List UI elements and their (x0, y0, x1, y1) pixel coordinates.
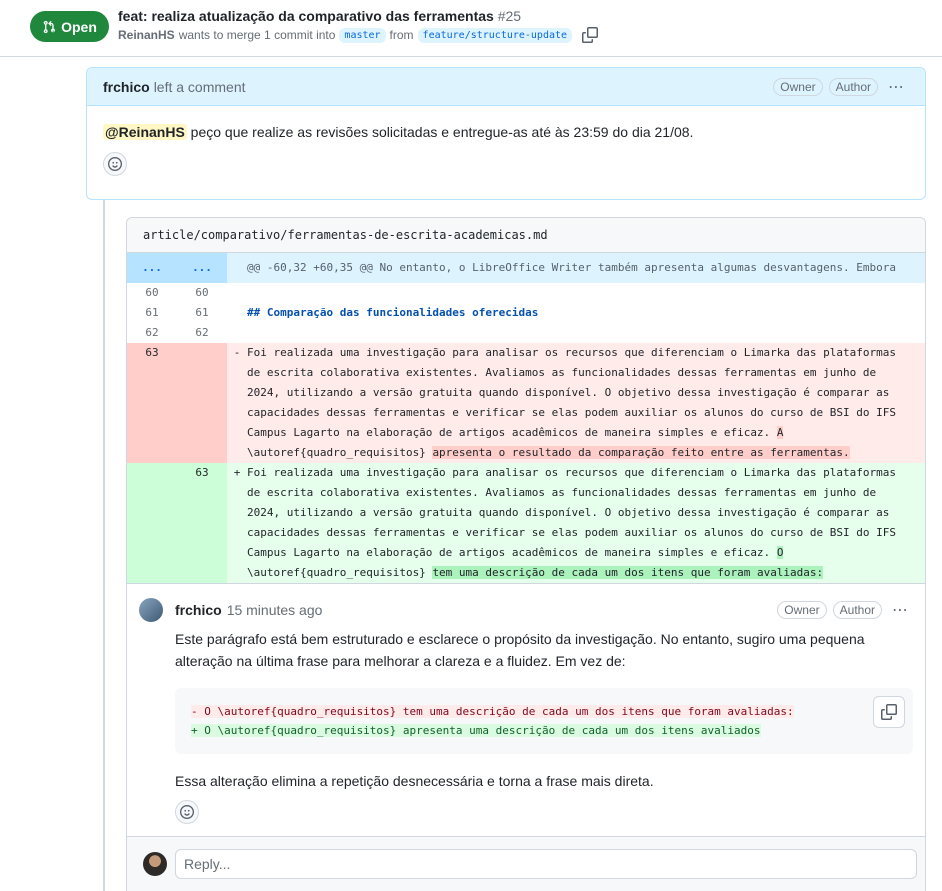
comment-body: @ReinanHS peço que realize as revisões s… (87, 106, 925, 142)
new-line-number[interactable]: 62 (177, 323, 227, 343)
file-path[interactable]: article/comparativo/ferramentas-de-escri… (127, 218, 925, 253)
diff-table: ... ... @@ -60,32 +60,35 @@ No entanto, … (127, 253, 925, 583)
review-timestamp[interactable]: 15 minutes ago (227, 602, 323, 618)
kebab-horizontal-icon[interactable]: ⋯ (888, 600, 913, 620)
diff-context-row: 60 60 (127, 283, 925, 303)
author-badge: Author (832, 601, 882, 619)
deleted-code-mid: \autoref{quadro_requisitos} (247, 446, 426, 459)
reply-bar (127, 836, 925, 891)
review-comment-header: frchico 15 minutes ago Owner Author ⋯ (139, 598, 913, 622)
new-line-number[interactable]: 61 (177, 303, 227, 323)
kebab-horizontal-icon[interactable]: ⋯ (884, 77, 909, 97)
hunk-row: ... ... @@ -60,32 +60,35 @@ No entanto, … (127, 253, 925, 283)
added-highlight: tem uma descrição de cada um dos itens q… (432, 566, 824, 579)
addition-sign: + (227, 463, 247, 583)
pr-meta: ReinanHS wants to merge 1 commit into ma… (118, 27, 599, 43)
pr-title: feat: realiza atualização da comparativo… (118, 8, 521, 24)
review-author[interactable]: frchico (175, 602, 222, 618)
avatar[interactable] (139, 598, 163, 622)
author-badge: Author (828, 77, 878, 96)
pr-state-label: Open (61, 18, 97, 35)
copy-icon (881, 704, 897, 720)
added-code-mid: \autoref{quadro_requisitos} (247, 566, 426, 579)
review-text-2: Essa alteração elimina a repetição desne… (175, 773, 654, 789)
reply-input[interactable] (175, 849, 917, 879)
copy-icon[interactable] (582, 27, 599, 43)
review-tools: Owner Author ⋯ (777, 600, 913, 620)
diff-context-row: 61 61 ## Comparação das funcionalidades … (127, 303, 925, 323)
diff-deleted-row: 63 - Foi realizada uma investigação para… (127, 343, 925, 463)
avatar (143, 852, 167, 876)
pr-author-link[interactable]: ReinanHS (118, 28, 175, 42)
deletion-sign: - (227, 343, 247, 463)
diff-code: ## Comparação das funcionalidades oferec… (247, 306, 539, 319)
pr-state-badge: Open (30, 11, 109, 42)
diff-added-row: 63 + Foi realizada uma investigação para… (127, 463, 925, 583)
pr-header: Open feat: realiza atualização da compar… (0, 0, 942, 57)
review-comment: frchico 15 minutes ago Owner Author ⋯ Es… (127, 583, 925, 840)
old-line-number[interactable]: 62 (127, 323, 177, 343)
deleted-highlight: A (776, 426, 784, 439)
old-line-number[interactable]: 61 (127, 303, 177, 323)
old-line-number[interactable]: 60 (127, 283, 177, 303)
review-text: Este parágrafo está bem estruturado e es… (175, 631, 865, 669)
expand-up-button[interactable]: ... (127, 253, 177, 283)
review-thread: article/comparativo/ferramentas-de-escri… (126, 217, 926, 891)
suggestion-line-added: + O \autoref{quadro_requisitos} apresent… (191, 721, 897, 740)
new-line-number[interactable]: 60 (177, 283, 227, 303)
added-code: Foi realizada uma investigação para anal… (247, 463, 925, 583)
added-code-text: Foi realizada uma investigação para anal… (247, 466, 903, 559)
add-reaction-button[interactable] (175, 800, 199, 824)
hunk-header: @@ -60,32 +60,35 @@ No entanto, o LibreO… (247, 253, 925, 283)
new-line-number[interactable]: 63 (177, 463, 227, 583)
add-reaction-button[interactable] (103, 152, 127, 176)
diff-code (247, 283, 925, 303)
timeline-line (103, 200, 105, 891)
comment-header: frchico left a comment Owner Author ⋯ (87, 68, 925, 106)
added-highlight: O (776, 546, 784, 559)
comment-author[interactable]: frchico (103, 79, 150, 95)
deleted-code: Foi realizada uma investigação para anal… (247, 343, 925, 463)
issue-comment: frchico left a comment Owner Author ⋯ @R… (86, 67, 926, 200)
copy-button[interactable] (873, 696, 905, 728)
pr-number: #25 (497, 8, 522, 24)
pr-from-text: from (389, 28, 414, 42)
owner-badge: Owner (777, 601, 827, 619)
git-pull-request-icon (43, 20, 56, 33)
base-branch[interactable]: master (339, 27, 386, 43)
diff-code (247, 323, 925, 343)
code-suggestion: - O \autoref{quadro_requisitos} tem uma … (175, 688, 913, 754)
expand-down-button[interactable]: ... (177, 253, 227, 283)
suggestion-minus-text: - O \autoref{quadro_requisitos} tem uma … (191, 705, 794, 718)
diff-context-row: 62 62 (127, 323, 925, 343)
smiley-icon (180, 805, 194, 819)
owner-badge: Owner (773, 77, 823, 96)
old-line-number[interactable]: 63 (127, 343, 177, 463)
pr-title-text: feat: realiza atualização da comparativo… (118, 8, 494, 24)
head-branch[interactable]: feature/structure-update (417, 27, 573, 43)
user-mention[interactable]: @ReinanHS (103, 124, 187, 140)
deleted-highlight: apresenta o resultado da comparação feit… (432, 446, 850, 459)
pr-merge-text: wants to merge 1 commit into (178, 28, 336, 42)
suggestion-plus-text: + O \autoref{quadro_requisitos} apresent… (191, 724, 761, 737)
suggestion-line-removed: - O \autoref{quadro_requisitos} tem uma … (191, 702, 897, 721)
deleted-code-text: Foi realizada uma investigação para anal… (247, 346, 903, 439)
comment-action: left a comment (153, 78, 246, 95)
comment-tools: Owner Author ⋯ (773, 77, 909, 97)
smiley-icon (108, 157, 122, 171)
comment-text: peço que realize as revisões solicitadas… (186, 124, 694, 140)
review-body: Este parágrafo está bem estruturado e es… (175, 628, 913, 824)
